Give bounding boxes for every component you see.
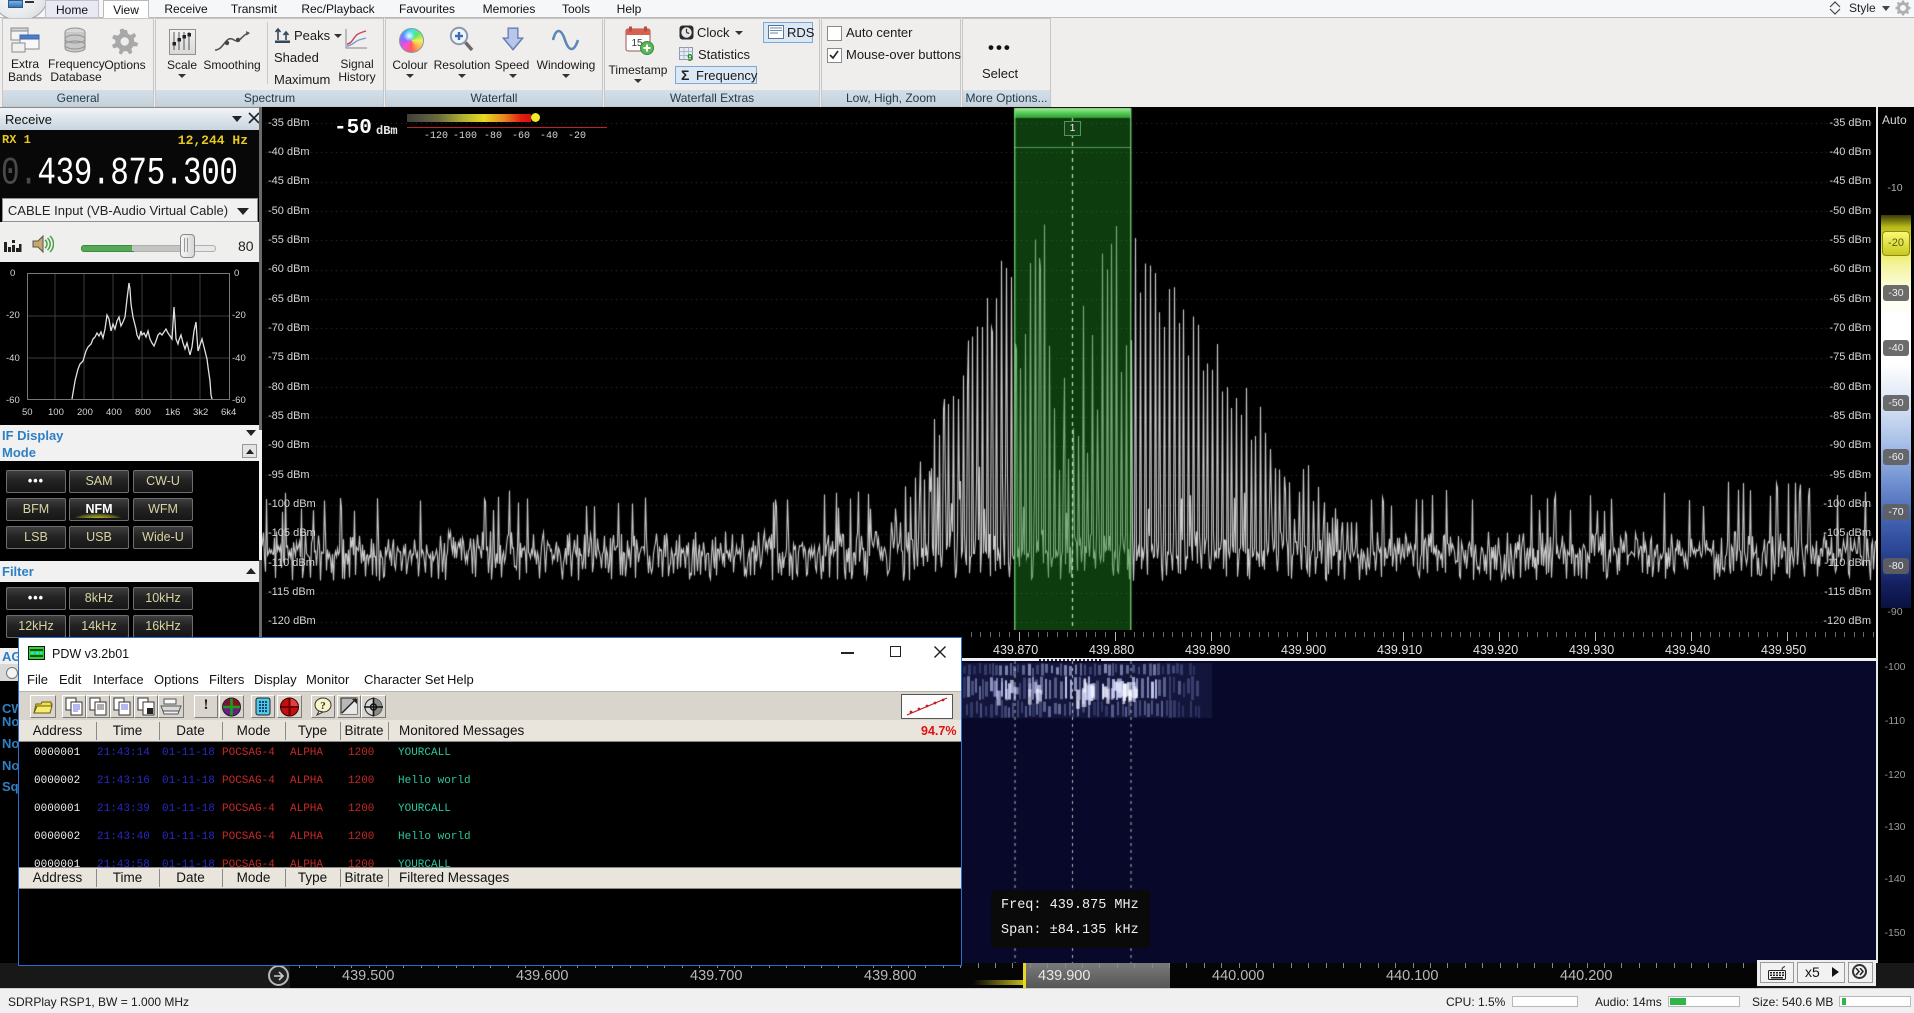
svg-text:9: 9 xyxy=(687,53,693,62)
svg-text:?: ? xyxy=(320,700,326,712)
